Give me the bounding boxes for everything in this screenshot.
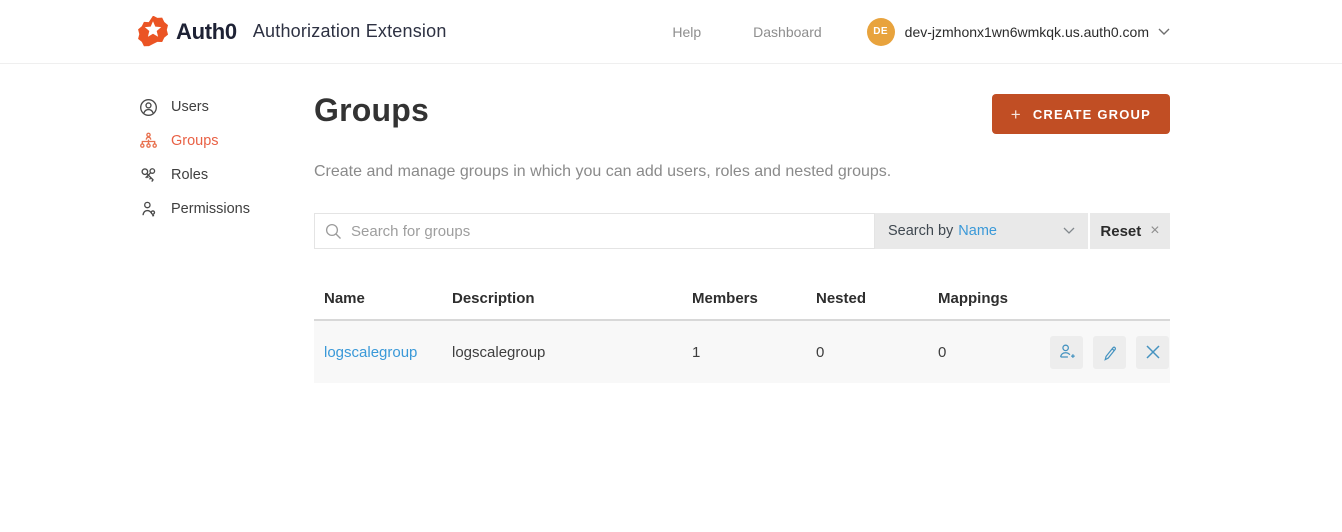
column-header-mappings: Mappings [938,289,1008,307]
brand-wordmark: Auth0 [176,18,237,44]
header-nav: Help Dashboard DE dev-jzmhonx1wn6wmkqk.u… [672,17,1170,46]
create-group-label: CREATE GROUP [1032,106,1151,122]
group-name-link[interactable]: logscalegroup [314,344,442,361]
user-key-icon [138,199,158,219]
app-title: Authorization Extension [252,21,447,41]
group-description: logscalegroup [452,343,546,361]
brand: Auth0 Authorization Extension [138,15,447,48]
sidebar: Users Groups Roles Permissions [138,64,314,383]
app-header: Auth0 Authorization Extension Help Dashb… [0,0,1342,64]
page-title: Groups [314,92,429,128]
page-description: Create and manage groups in which you ca… [314,163,892,180]
user-circle-icon [138,97,158,117]
page: Auth0 Authorization Extension Help Dashb… [0,0,1342,532]
pencil-icon [1104,346,1117,361]
org-chart-icon [138,131,158,151]
column-header-name: Name [324,289,365,307]
close-icon [1145,345,1160,359]
reset-button[interactable]: Reset × [1088,213,1170,249]
search-icon [325,223,341,239]
avatar: DE [866,17,895,46]
group-nested-count: 0 [816,343,825,361]
help-link[interactable]: Help [672,24,701,40]
sidebar-item-permissions[interactable]: Permissions [138,192,314,226]
sidebar-item-label: Groups [171,133,219,149]
chevron-down-icon [1158,28,1170,35]
main: Groups + CREATE GROUP Create and manage … [314,64,1170,383]
search-bar: Search by Name Reset × [314,213,1170,249]
create-group-button[interactable]: + CREATE GROUP [991,94,1170,134]
title-row: Groups + CREATE GROUP [314,92,1170,134]
group-members-count: 1 [692,343,701,361]
group-mappings-count: 0 [938,343,947,361]
auth0-logo-icon [138,15,168,46]
user-add-icon [1059,344,1075,358]
sidebar-item-users[interactable]: Users [138,90,314,124]
column-header-members: Members [692,289,758,307]
sidebar-item-label: Permissions [171,201,250,217]
groups-table: Name Description Members Nested Mappings… [314,277,1170,383]
sidebar-item-label: Users [171,99,209,115]
tenant-menu[interactable]: DE dev-jzmhonx1wn6wmkqk.us.auth0.com [866,17,1170,46]
content: Users Groups Roles Permissions Groups + … [0,64,1342,383]
search-by-dropdown[interactable]: Search by Name [875,213,1088,249]
sidebar-item-label: Roles [171,167,209,183]
reset-label: Reset [1100,222,1142,240]
keys-icon [138,165,158,185]
sidebar-item-groups[interactable]: Groups [138,124,314,158]
column-header-description: Description [452,289,535,307]
dashboard-link[interactable]: Dashboard [753,24,822,40]
chevron-down-icon [1063,227,1075,234]
sidebar-item-roles[interactable]: Roles [138,158,314,192]
delete-group-button[interactable] [1136,335,1169,369]
column-header-nested: Nested [816,289,867,307]
plus-icon: + [1010,104,1022,124]
edit-group-button[interactable] [1093,335,1126,369]
search-by-label: Search by [888,223,954,239]
table-header-row: Name Description Members Nested Mappings [314,277,1170,321]
table-row: logscalegroup logscalegroup 1 0 0 [314,321,1170,383]
close-icon: × [1150,222,1160,239]
row-actions [1036,335,1170,369]
search-input-wrap [314,213,875,249]
search-by-value: Name [958,223,997,239]
tenant-domain: dev-jzmhonx1wn6wmkqk.us.auth0.com [904,23,1149,40]
search-input[interactable] [351,222,864,240]
add-user-to-group-button[interactable] [1050,335,1083,369]
